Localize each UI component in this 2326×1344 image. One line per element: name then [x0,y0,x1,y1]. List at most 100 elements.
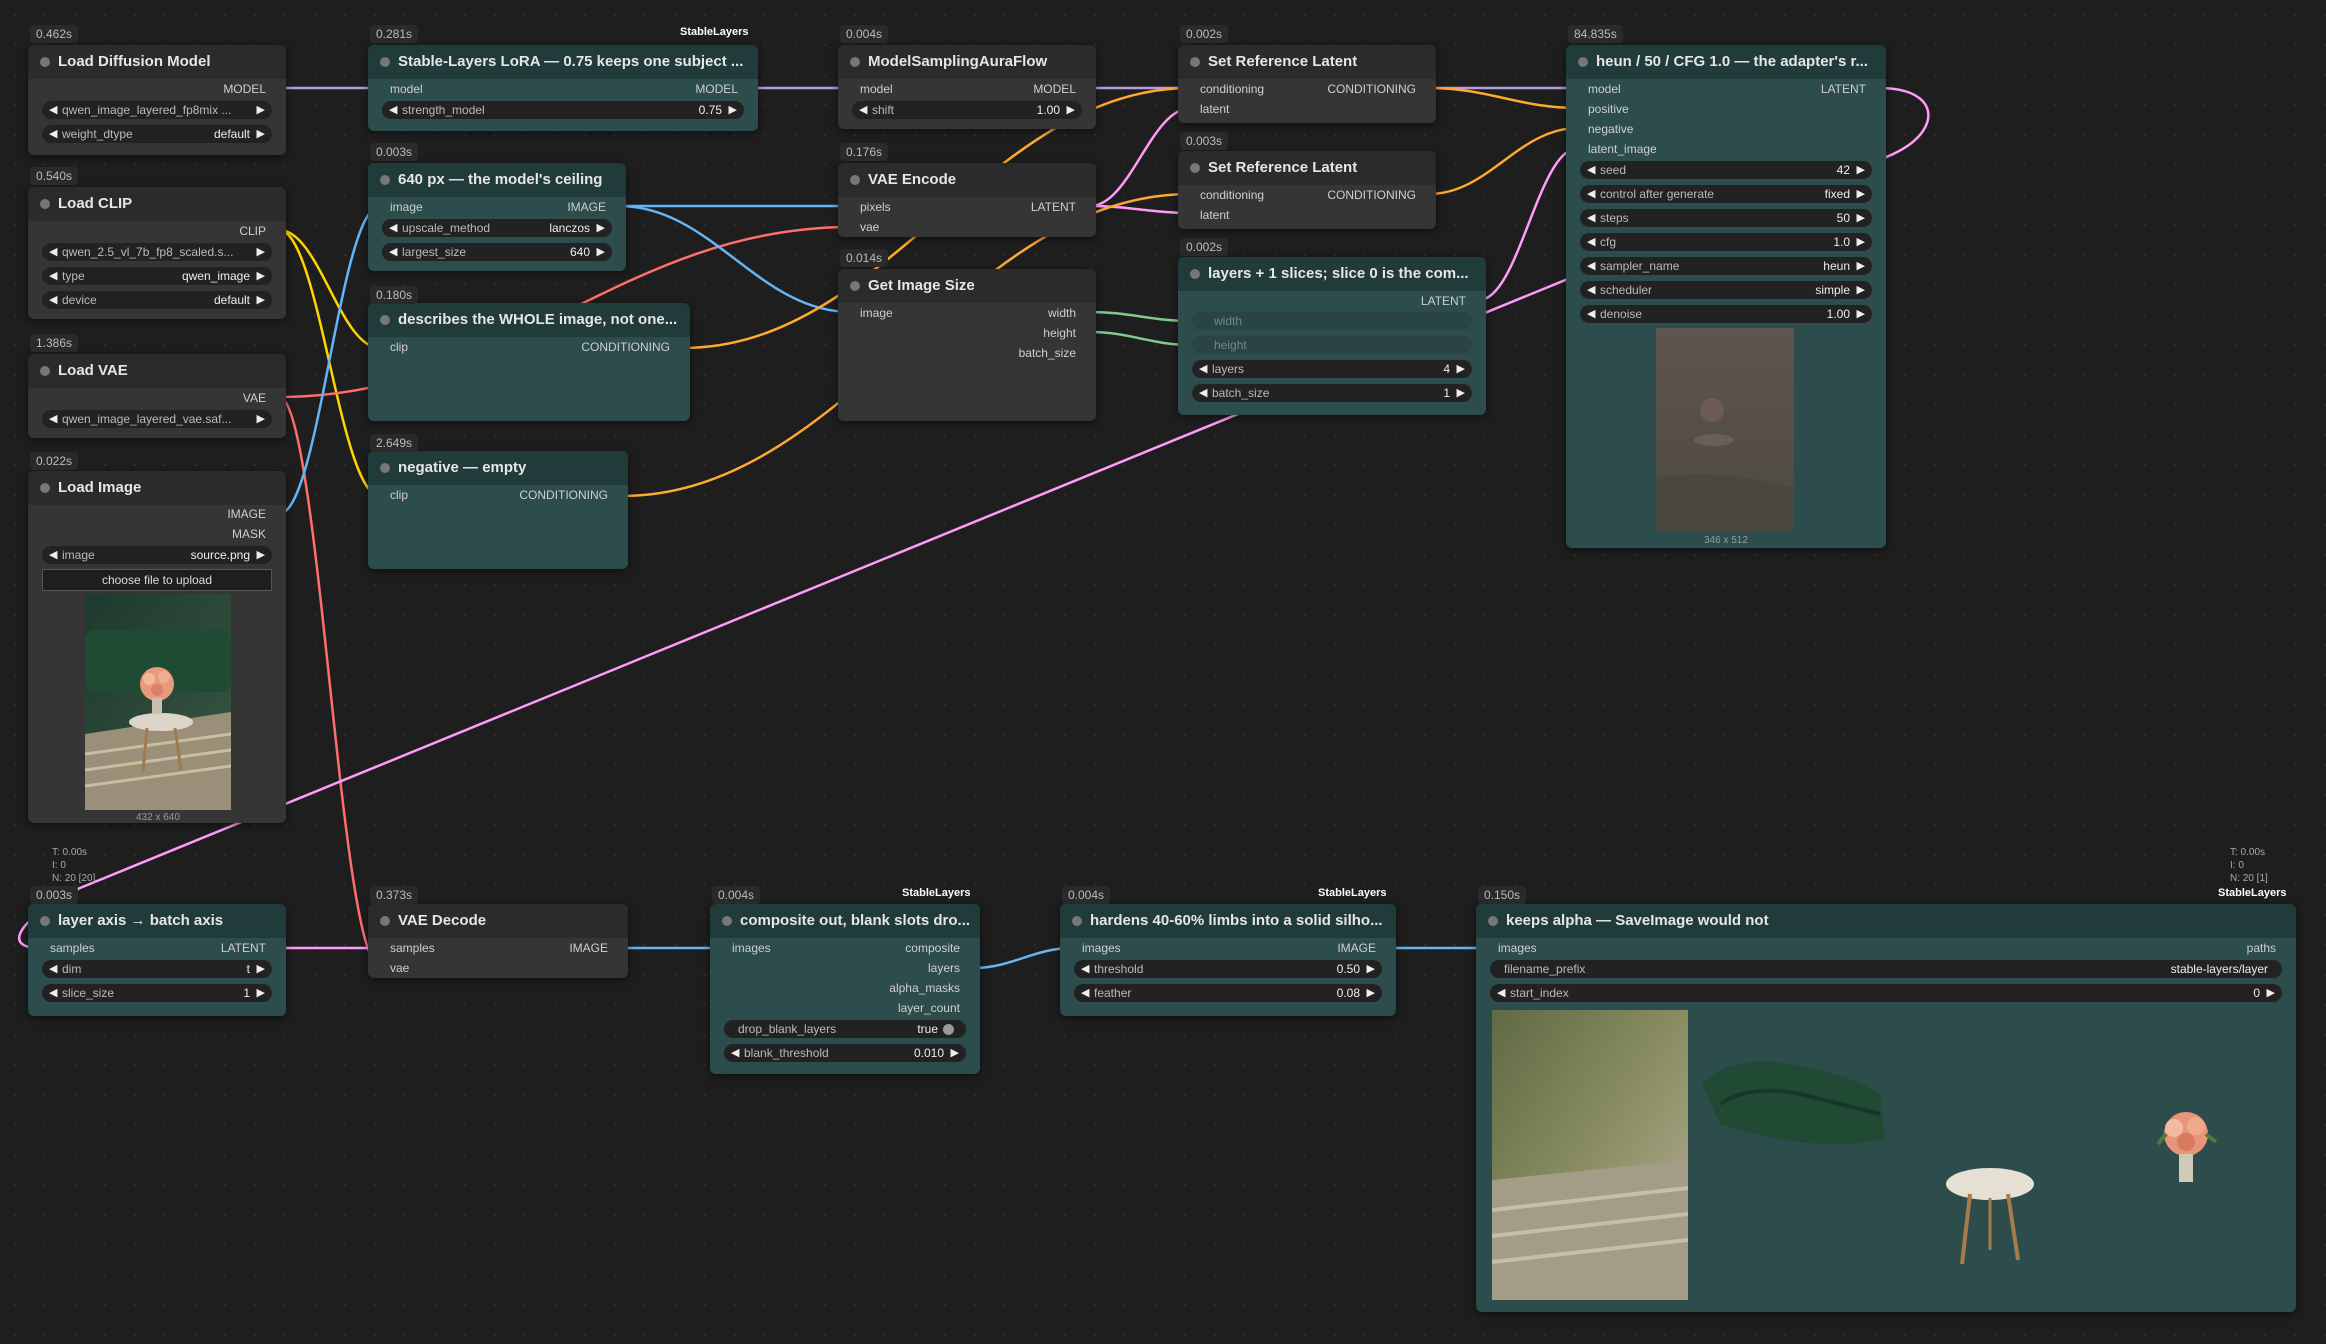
stat-time: T: 0.00s [52,847,88,858]
collapse-dot[interactable] [1072,916,1082,926]
node-empty-layered-latent[interactable]: layers + 1 slices; slice 0 is the com...… [1178,257,1486,415]
collapse-dot[interactable] [40,57,50,67]
node-load-diffusion-model[interactable]: Load Diffusion Model MODEL ◀ qwen_image_l… [28,45,286,155]
stablelayers-tag: StableLayers [680,26,749,38]
widget-value: t [246,962,250,976]
seed-widget[interactable]: ◀ seed 42 ▶ [1580,161,1872,179]
collapse-dot[interactable] [380,315,390,325]
feather-widget[interactable]: ◀ feather 0.08 ▶ [1074,984,1382,1002]
threshold-widget[interactable]: ◀ threshold 0.50 ▶ [1074,960,1382,978]
unet-name-widget[interactable]: ◀ qwen_image_layered_fp8mix ... ▶ [42,101,272,119]
node-positive-prompt[interactable]: describes the WHOLE image, not one... cl… [368,303,690,421]
latent-wire [1089,204,1192,215]
widget-label: filename_prefix [1504,962,1586,976]
steps-widget[interactable]: ◀ steps 50 ▶ [1580,209,1872,227]
upload-button[interactable]: choose file to upload [42,569,272,591]
output-label-layers: layers [927,961,960,975]
slice-size-widget[interactable]: ◀ slice_size 1 ▶ [42,984,272,1002]
collapse-dot[interactable] [380,916,390,926]
output-label-model: MODEL [695,82,738,96]
collapse-dot[interactable] [40,916,50,926]
blank-threshold-widget[interactable]: ◀ blank_threshold 0.010 ▶ [724,1044,966,1062]
widget-label: feather [1094,986,1132,1000]
source-image-preview [85,594,231,810]
node-vae-encode[interactable]: VAE Encode pixels vae LATENT [838,163,1096,237]
batch-size-widget[interactable]: ◀ batch_size 1 ▶ [1192,384,1472,402]
strength-model-widget[interactable]: ◀ strength_model 0.75 ▶ [382,101,744,119]
execution-stats: T: 0.00s I: 0 N: 20 [20] [52,846,95,885]
widget-label: control after generate [1600,187,1715,201]
cfg-widget[interactable]: ◀ cfg 1.0 ▶ [1580,233,1872,251]
node-timing: 0.462s [30,25,79,43]
node-image-scale[interactable]: 640 px — the model's ceiling image IMAGE… [368,163,626,271]
output-label-conditioning: CONDITIONING [1327,82,1416,96]
widget-label: device [62,293,97,307]
node-set-reference-latent-1[interactable]: Set Reference Latent conditioning latent… [1178,45,1436,123]
control-after-generate-widget[interactable]: ◀ control after generate fixed ▶ [1580,185,1872,203]
clip-type-widget[interactable]: ◀ type qwen_image ▶ [42,267,272,285]
filename-prefix-widget[interactable]: filename_prefix stable-layers/layer [1490,960,2282,978]
node-get-image-size[interactable]: Get Image Size image width height batch_… [838,269,1096,421]
widget-label: shift [872,103,895,117]
node-harden-alpha[interactable]: hardens 40-60% limbs into a solid silho.… [1060,904,1396,1016]
input-label-clip: clip [390,340,409,354]
clip-name-widget[interactable]: ◀ qwen_2.5_vl_7b_fp8_scaled.s... ▶ [42,243,272,261]
collapse-dot[interactable] [1190,57,1200,67]
collapse-dot[interactable] [380,57,390,67]
weight-dtype-widget[interactable]: ◀ weight_dtype default ▶ [42,125,272,143]
denoise-widget[interactable]: ◀ denoise 1.00 ▶ [1580,305,1872,323]
node-title: VAE Encode [868,171,957,188]
shift-widget[interactable]: ◀ shift 1.00 ▶ [852,101,1082,119]
collapse-dot[interactable] [40,483,50,493]
node-load-image[interactable]: Load Image IMAGE MASK ◀ image source.png ▶ … [28,471,286,823]
upscale-method-widget[interactable]: ◀ upscale_method lanczos ▶ [382,219,612,237]
widget-value: source.png [190,548,250,562]
widget-label: sampler_name [1600,259,1680,273]
toggle-knob[interactable] [943,1024,954,1035]
widget-value: qwen_image [181,269,250,283]
node-ksampler[interactable]: heun / 50 / CFG 1.0 — the adapter's r...… [1566,45,1886,548]
start-index-widget[interactable]: ◀ start_index 0 ▶ [1490,984,2282,1002]
layer-sofa-preview [1702,1061,1885,1144]
node-vae-decode[interactable]: VAE Decode samples vae IMAGE [368,904,628,978]
node-negative-prompt[interactable]: negative — empty clip CONDITIONING [368,451,628,569]
clip-device-widget[interactable]: ◀ device default ▶ [42,291,272,309]
scheduler-widget[interactable]: ◀ scheduler simple ▶ [1580,281,1872,299]
collapse-dot[interactable] [850,175,860,185]
node-layer-to-batch[interactable]: layer axis → batch axis samples LATENT ◀… [28,904,286,1016]
node-load-vae[interactable]: Load VAE VAE ◀ qwen_image_layered_vae.saf… [28,354,286,438]
node-title: composite out, blank slots dro... [740,912,971,929]
collapse-dot[interactable] [722,916,732,926]
collapse-dot[interactable] [1190,163,1200,173]
node-timing: 0.003s [1180,132,1229,150]
largest-size-widget[interactable]: ◀ largest_size 640 ▶ [382,243,612,261]
collapse-dot[interactable] [1190,269,1200,279]
image-file-widget[interactable]: ◀ image source.png ▶ [42,546,272,564]
collapse-dot[interactable] [380,175,390,185]
collapse-dot[interactable] [380,463,390,473]
node-title: layers + 1 slices; slice 0 is the com... [1208,265,1469,282]
node-save-layers[interactable]: keeps alpha — SaveImage would not images… [1476,904,2296,1312]
layers-widget[interactable]: ◀ layers 4 ▶ [1192,360,1472,378]
sampler-name-widget[interactable]: ◀ sampler_name heun ▶ [1580,257,1872,275]
dim-widget[interactable]: ◀ dim t ▶ [42,960,272,978]
collapse-dot[interactable] [1578,57,1588,67]
node-model-sampling[interactable]: ModelSamplingAuraFlow model MODEL ◀ shift… [838,45,1096,129]
node-set-reference-latent-2[interactable]: Set Reference Latent conditioning latent… [1178,151,1436,229]
collapse-dot[interactable] [40,366,50,376]
input-label-latent-image: latent_image [1588,142,1657,156]
node-load-clip[interactable]: Load CLIP CLIP ◀ qwen_2.5_vl_7b_fp8_scale… [28,187,286,319]
widget-label: drop_blank_layers [738,1022,837,1036]
collapse-dot[interactable] [850,57,860,67]
source-image-dimensions: 432 x 640 [136,812,180,823]
widget-value: 0.50 [1336,962,1360,976]
collapse-dot[interactable] [1488,916,1498,926]
collapse-dot[interactable] [40,199,50,209]
vae-name-widget[interactable]: ◀ qwen_image_layered_vae.saf... ▶ [42,410,272,428]
collapse-dot[interactable] [850,281,860,291]
output-label-model: MODEL [223,82,266,96]
node-lora[interactable]: Stable-Layers LoRA — 0.75 keeps one subj… [368,45,758,131]
node-composite[interactable]: composite out, blank slots dro... images… [710,904,980,1074]
widget-value: true [917,1022,938,1036]
drop-blank-layers-toggle[interactable]: drop_blank_layers true [724,1020,966,1038]
